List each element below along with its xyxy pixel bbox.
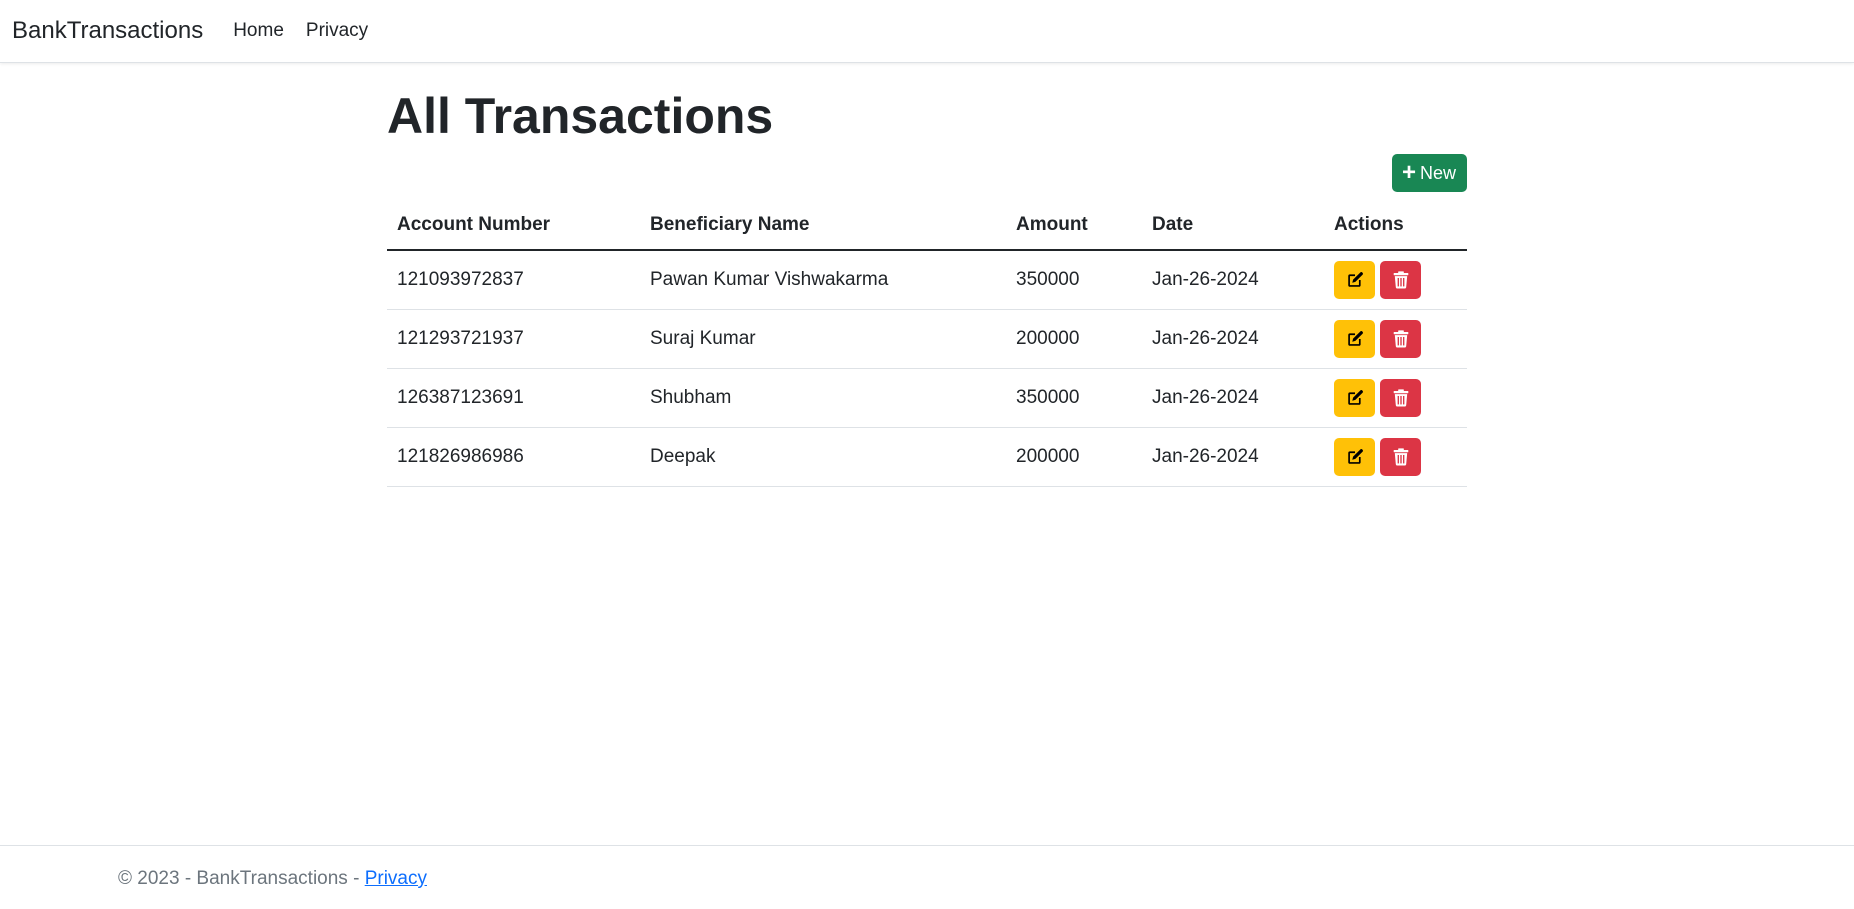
new-button-label: New xyxy=(1419,162,1456,183)
navbar: BankTransactions Home Privacy xyxy=(0,0,1854,63)
beneficiary-name-cell: Pawan Kumar Vishwakarma xyxy=(640,250,1006,310)
beneficiary-name-cell: Suraj Kumar xyxy=(640,309,1006,369)
footer-privacy-link[interactable]: Privacy xyxy=(365,868,427,889)
actions-cell xyxy=(1324,427,1467,487)
nav-link-privacy[interactable]: Privacy xyxy=(306,20,368,42)
account-number-cell: 121093972837 xyxy=(387,250,640,310)
date-cell: Jan-26-2024 xyxy=(1142,368,1324,428)
trash-icon xyxy=(1393,329,1408,348)
amount-cell: 200000 xyxy=(1006,309,1142,369)
footer-copyright: © 2023 - BankTransactions - xyxy=(118,868,365,889)
account-number-cell: 121826986986 xyxy=(387,427,640,487)
trash-icon xyxy=(1393,388,1408,407)
amount-cell: 350000 xyxy=(1006,250,1142,310)
brand-link[interactable]: BankTransactions xyxy=(12,17,203,45)
delete-button[interactable] xyxy=(1380,378,1421,417)
table-row: 121293721937 Suraj Kumar 200000 Jan-26-2… xyxy=(387,309,1467,369)
table-header-row: Account Number Beneficiary Name Amount D… xyxy=(387,200,1467,251)
plus-icon: + xyxy=(1401,159,1416,186)
table-row: 121826986986 Deepak 200000 Jan-26-2024 xyxy=(387,427,1467,487)
edit-icon xyxy=(1347,330,1363,346)
edit-icon xyxy=(1347,271,1363,287)
header-actions: Actions xyxy=(1324,200,1467,251)
edit-icon xyxy=(1347,389,1363,405)
table-row: 126387123691 Shubham 350000 Jan-26-2024 xyxy=(387,368,1467,428)
footer: © 2023 - BankTransactions - Privacy xyxy=(0,845,1854,909)
edit-button[interactable] xyxy=(1334,437,1375,476)
date-cell: Jan-26-2024 xyxy=(1142,427,1324,487)
delete-button[interactable] xyxy=(1380,437,1421,476)
beneficiary-name-cell: Deepak xyxy=(640,427,1006,487)
transactions-table: Account Number Beneficiary Name Amount D… xyxy=(387,200,1467,487)
delete-button[interactable] xyxy=(1380,260,1421,299)
beneficiary-name-cell: Shubham xyxy=(640,368,1006,428)
header-beneficiary-name: Beneficiary Name xyxy=(640,200,1006,251)
date-cell: Jan-26-2024 xyxy=(1142,309,1324,369)
page-title: All Transactions xyxy=(387,88,774,144)
main-content: All Transactions + New Account Number Be… xyxy=(387,80,1467,487)
account-number-cell: 126387123691 xyxy=(387,368,640,428)
delete-button[interactable] xyxy=(1380,319,1421,358)
table-row: 121093972837 Pawan Kumar Vishwakarma 350… xyxy=(387,250,1467,310)
header-account-number: Account Number xyxy=(387,200,640,251)
edit-icon xyxy=(1347,448,1363,464)
account-number-cell: 121293721937 xyxy=(387,309,640,369)
trash-icon xyxy=(1393,271,1408,289)
date-cell: Jan-26-2024 xyxy=(1142,250,1324,310)
amount-cell: 200000 xyxy=(1006,427,1142,487)
edit-button[interactable] xyxy=(1334,260,1375,299)
edit-button[interactable] xyxy=(1334,378,1375,417)
header-amount: Amount xyxy=(1006,200,1142,251)
amount-cell: 350000 xyxy=(1006,368,1142,428)
edit-button[interactable] xyxy=(1334,319,1375,358)
header-date: Date xyxy=(1142,200,1324,251)
actions-cell xyxy=(1324,309,1467,369)
new-button-row: + New xyxy=(387,154,1467,200)
new-transaction-button[interactable]: + New xyxy=(1391,154,1467,192)
nav-link-home[interactable]: Home xyxy=(233,20,284,42)
actions-cell xyxy=(1324,250,1467,310)
actions-cell xyxy=(1324,368,1467,428)
trash-icon xyxy=(1393,447,1408,466)
